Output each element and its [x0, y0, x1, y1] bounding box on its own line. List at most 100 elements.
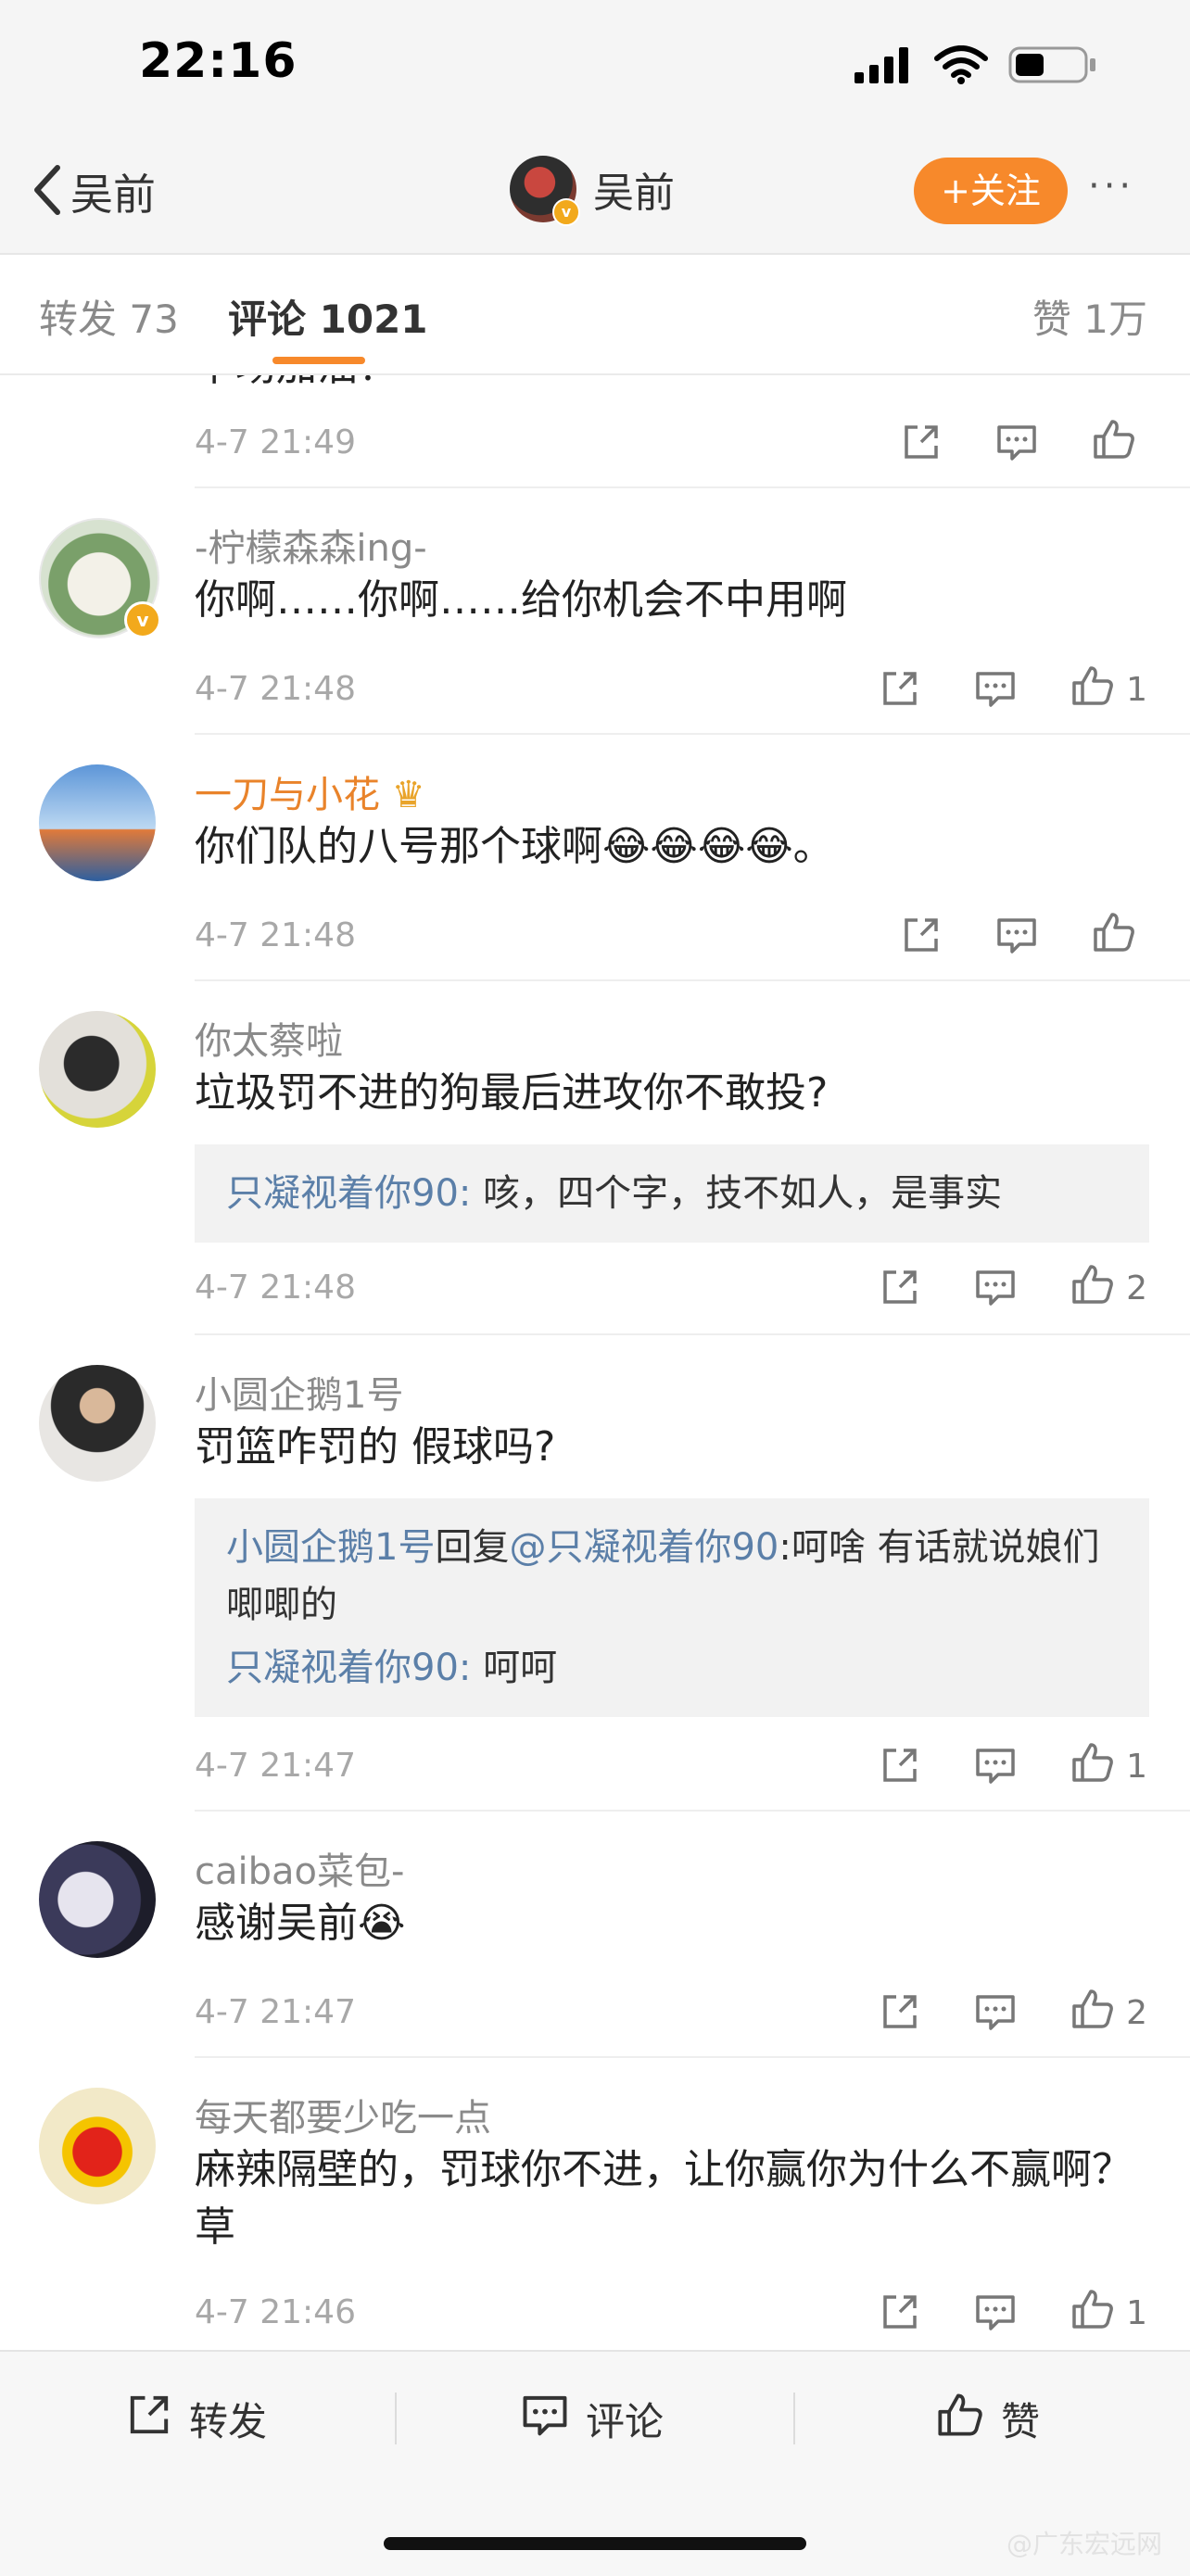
list-item: v -柠檬森森ing- 你啊……你啊……给你机会不中用啊 4-7 21:48 1 — [39, 488, 1190, 735]
avatar[interactable] — [39, 2088, 156, 2204]
avatar: v — [510, 156, 580, 226]
comment-button[interactable]: 评论 — [521, 2391, 664, 2447]
like-icon — [1070, 664, 1115, 715]
comment-icon[interactable] — [974, 2292, 1017, 2336]
comment-time: 4-7 21:46 — [195, 2293, 356, 2331]
comment-icon[interactable] — [995, 422, 1038, 466]
verified-badge-icon: v — [552, 198, 580, 226]
share-icon[interactable] — [901, 422, 942, 466]
comment-actions: 2 — [880, 1988, 1147, 2039]
list-item: 一刀与小花 ♛ 你们队的八号那个球啊😂😂😂😂。 4-7 21:48 — [39, 735, 1190, 981]
avatar[interactable] — [39, 764, 156, 881]
comment-actions: 1 — [880, 2288, 1147, 2339]
avatar[interactable] — [39, 1011, 156, 1128]
watermark: @广东宏远网 — [1006, 2529, 1162, 2559]
like-button[interactable] — [1092, 911, 1147, 962]
avatar[interactable] — [39, 1365, 156, 1482]
reply-author[interactable]: 小圆企鹅1号 — [226, 1526, 435, 1569]
verified-badge-icon: v — [124, 601, 161, 638]
comment-actions: 1 — [880, 1741, 1147, 1792]
list-item: 每天都要少吃一点 麻辣隔壁的，罚球你不进，让你赢你为什么不赢啊？草 4-7 21… — [39, 2058, 1190, 2349]
nav-profile[interactable]: v 吴前 — [510, 156, 675, 226]
home-indicator[interactable] — [384, 2537, 806, 2550]
comment-author[interactable]: 一刀与小花 ♛ — [195, 764, 425, 818]
tab-repost[interactable]: 转发 73 — [39, 288, 179, 345]
share-icon[interactable] — [880, 1267, 920, 1311]
comment-author[interactable]: caibao菜包- — [195, 1841, 404, 1895]
comment-text: 罚篮咋罚的 假球吗? — [195, 1423, 556, 1471]
like-button[interactable]: 1 — [1070, 664, 1147, 715]
repost-button[interactable]: 转发 — [126, 2391, 267, 2447]
like-icon — [1070, 1988, 1115, 2039]
like-count: 1 — [1126, 1748, 1147, 1786]
like-button[interactable]: 2 — [1070, 1988, 1147, 2039]
like-button[interactable]: 1 — [1070, 1741, 1147, 1792]
comment-actions — [901, 418, 1147, 469]
like-label: 赞 — [1001, 2399, 1041, 2444]
reply-author[interactable]: 只凝视着你90: — [226, 1172, 471, 1215]
like-count: 1 — [1126, 2294, 1147, 2332]
divider — [793, 2393, 795, 2444]
comment-text: 你们队的八号那个球啊😂😂😂😂。 — [195, 823, 834, 870]
tab-likes[interactable]: 赞 1万 — [1032, 288, 1147, 345]
comment-time: 4-7 21:47 — [195, 1993, 356, 2031]
back-button[interactable]: 吴前 — [28, 161, 156, 222]
wifi-icon — [934, 45, 988, 88]
comment-text: 你啊……你啊……给你机会不中用啊 — [195, 576, 847, 624]
comment-icon[interactable] — [974, 1267, 1017, 1311]
comment-time: 4-7 21:48 — [195, 916, 356, 954]
reply-text: 咳，四个字，技不如人，是事实 — [471, 1172, 1003, 1215]
comment-icon[interactable] — [974, 1745, 1017, 1789]
reply-author[interactable]: 只凝视着你90: — [226, 1647, 471, 1689]
like-icon — [1092, 911, 1136, 962]
reply-line: 只凝视着你90: 呵呵 — [226, 1639, 1118, 1697]
list-item: 下场加油！ 4-7 21:49 — [195, 375, 1190, 488]
reply-mention[interactable]: @只凝视着你90 — [509, 1526, 779, 1569]
avatar[interactable] — [39, 1841, 156, 1958]
crown-icon: ♛ — [391, 774, 425, 816]
share-icon[interactable] — [880, 668, 920, 713]
comment-author[interactable]: 每天都要少吃一点 — [195, 2088, 491, 2141]
comment-text: 麻辣隔壁的，罚球你不进，让你赢你为什么不赢啊？草 — [195, 2146, 1133, 2251]
like-button[interactable] — [1092, 418, 1147, 469]
share-icon[interactable] — [880, 2292, 920, 2336]
battery-icon — [1008, 44, 1097, 89]
like-button[interactable]: 赞 — [936, 2391, 1040, 2447]
comment-icon — [521, 2392, 569, 2447]
reply-verb: 回复 — [435, 1526, 510, 1569]
like-icon — [1070, 1741, 1115, 1792]
tab-comments[interactable]: 评论 1021 — [228, 288, 428, 345]
comment-author[interactable]: -柠檬森森ing- — [195, 518, 427, 572]
like-icon — [1092, 418, 1136, 469]
list-item: 小圆企鹅1号 罚篮咋罚的 假球吗? 小圆企鹅1号回复@只凝视着你90:呵啥 有话… — [39, 1335, 1190, 1812]
follow-button[interactable]: +关注 — [914, 158, 1068, 224]
comment-icon[interactable] — [974, 1991, 1017, 2036]
status-icons — [855, 44, 1097, 89]
comment-actions: 1 — [880, 664, 1147, 715]
like-count: 1 — [1126, 671, 1147, 709]
share-icon[interactable] — [880, 1991, 920, 2036]
comment-author[interactable]: 小圆企鹅1号 — [195, 1365, 403, 1419]
repost-label: 转发 — [189, 2399, 268, 2444]
tab-bar: 转发 73 评论 1021 赞 1万 — [0, 255, 1190, 375]
tab-indicator — [272, 357, 365, 364]
comment-time: 4-7 21:47 — [195, 1747, 356, 1785]
share-icon[interactable] — [880, 1745, 920, 1789]
comment-text: 下场加油！ — [195, 375, 1158, 396]
comment-icon[interactable] — [974, 668, 1017, 713]
comment-list[interactable]: 下场加油！ 4-7 21:49 v -柠檬森森ing- 你啊……你啊……给你机会… — [0, 375, 1190, 2349]
comment-author[interactable]: 你太蔡啦 — [195, 1011, 343, 1065]
like-count: 2 — [1126, 1994, 1147, 2032]
reply-box[interactable]: 小圆企鹅1号回复@只凝视着你90:呵啥 有话就说娘们唧唧的 只凝视着你90: 呵… — [195, 1498, 1149, 1717]
status-bar: 22:16 — [0, 0, 1190, 139]
reply-box[interactable]: 只凝视着你90: 咳，四个字，技不如人，是事实 — [195, 1144, 1149, 1243]
comment-icon[interactable] — [995, 915, 1038, 959]
status-time: 22:16 — [139, 33, 298, 89]
share-icon[interactable] — [901, 915, 942, 959]
comment-time: 4-7 21:48 — [195, 670, 356, 708]
reply-text: 呵呵 — [471, 1647, 558, 1689]
like-button[interactable]: 2 — [1070, 1263, 1147, 1314]
like-button[interactable]: 1 — [1070, 2288, 1147, 2339]
more-button[interactable]: ··· — [1088, 165, 1134, 208]
comment-text: 感谢吴前😭 — [195, 1900, 406, 1947]
